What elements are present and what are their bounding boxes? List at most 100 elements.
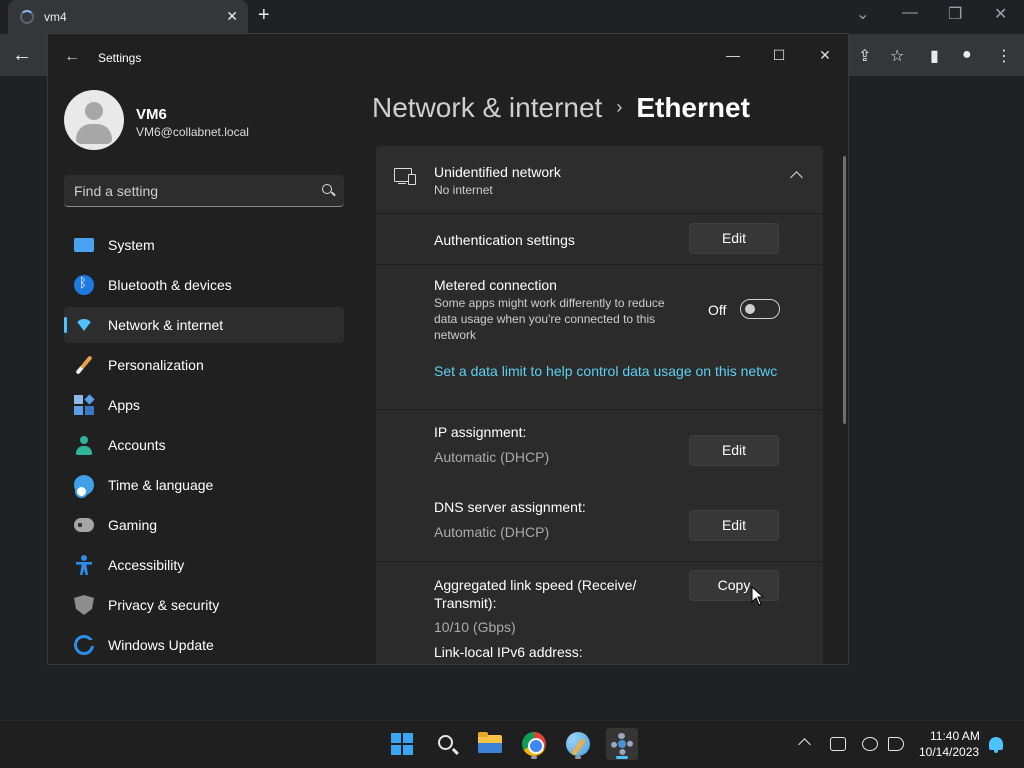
system-icon — [74, 238, 94, 252]
sidebar-item-bluetooth[interactable]: Bluetooth & devices — [64, 267, 344, 303]
browser-tabsearch-icon[interactable]: ⌄ — [856, 4, 869, 24]
profile-icon[interactable]: ● — [962, 46, 972, 64]
globe-icon[interactable] — [862, 737, 878, 751]
chrome-icon — [522, 732, 546, 756]
sidebar-item-accounts[interactable]: Accounts — [64, 427, 344, 463]
browser-close-button[interactable]: ✕ — [994, 4, 1007, 24]
search-input[interactable] — [74, 181, 304, 201]
data-limit-link[interactable]: Set a data limit to help control data us… — [434, 363, 779, 379]
sidebar-item-label: Privacy & security — [108, 597, 220, 613]
sidebar-item-label: Bluetooth & devices — [108, 277, 232, 293]
ethernet-plug-icon — [408, 174, 416, 185]
sidebar-item-label: Personalization — [108, 357, 204, 373]
chevron-up-icon[interactable] — [790, 171, 803, 184]
dns-assignment-label: DNS server assignment: — [434, 499, 586, 515]
metered-toggle[interactable] — [740, 299, 780, 319]
paint-button[interactable] — [562, 728, 594, 760]
apps-icon — [74, 394, 95, 415]
clock-date[interactable]: 10/14/2023 — [919, 745, 979, 759]
mouse-cursor-icon — [751, 586, 765, 606]
search-icon — [438, 735, 453, 750]
metered-description: Some apps might work differently to redu… — [434, 296, 665, 342]
tab-close-icon[interactable]: ✕ — [226, 8, 238, 25]
start-button[interactable] — [386, 728, 418, 760]
metered-connection-row: Metered connection Some apps might work … — [376, 265, 823, 409]
copy-button[interactable]: Copy — [689, 570, 779, 601]
auth-edit-button[interactable]: Edit — [689, 223, 779, 254]
network-header-card[interactable]: Unidentified network No internet — [376, 146, 823, 213]
browser-back-icon[interactable]: ← — [12, 44, 32, 67]
running-indicator — [531, 756, 537, 759]
folder-icon — [478, 732, 502, 753]
scrollbar[interactable] — [843, 156, 846, 424]
metered-state-label: Off — [708, 302, 727, 318]
paint-icon — [566, 732, 590, 756]
sidebar-item-network[interactable]: Network & internet — [64, 307, 344, 343]
network-disconnected-icon[interactable] — [830, 737, 846, 751]
sidebar-item-privacy[interactable]: Privacy & security — [64, 587, 344, 623]
sidepanel-icon[interactable]: ▮ — [930, 46, 939, 66]
maximize-button[interactable]: ☐ — [756, 40, 802, 70]
globe-clock-icon — [74, 475, 94, 498]
profile-name: VM6 — [136, 106, 167, 123]
sidebar-item-apps[interactable]: Apps — [64, 387, 344, 423]
network-status: No internet — [434, 183, 493, 197]
close-button[interactable]: ✕ — [802, 40, 848, 70]
person-icon — [74, 435, 94, 455]
page-title: Ethernet — [636, 92, 750, 123]
sidebar-item-label: Time & language — [108, 477, 214, 493]
dns-assignment-value: Automatic (DHCP) — [434, 524, 550, 540]
sidebar-item-label: Windows Update — [108, 637, 214, 653]
browser-menu-icon[interactable]: ⋮ — [996, 46, 1012, 66]
sidebar-nav: System Bluetooth & devices Network & int… — [64, 227, 344, 664]
wifi-icon — [74, 315, 94, 335]
title-bar: ← Settings — ☐ ✕ — [48, 34, 848, 82]
clock-time[interactable]: 11:40 AM — [930, 729, 980, 743]
breadcrumb: Network & internet › Ethernet — [372, 92, 750, 124]
sidebar-item-label: Apps — [108, 397, 140, 413]
sidebar-item-system[interactable]: System — [64, 227, 344, 263]
sidebar-item-label: System — [108, 237, 155, 253]
avatar-head — [85, 102, 103, 120]
search-icon[interactable] — [322, 184, 332, 194]
browser-tab[interactable]: vm4 ✕ — [8, 0, 248, 34]
running-indicator — [575, 756, 581, 759]
sidebar-item-time-language[interactable]: Time & language — [64, 467, 344, 503]
taskbar-search-button[interactable] — [430, 728, 462, 760]
shield-icon — [74, 595, 94, 615]
minimize-button[interactable]: — — [710, 40, 756, 70]
browser-minimize-button[interactable]: — — [902, 4, 918, 22]
sidebar-item-label: Gaming — [108, 517, 158, 533]
chevron-right-icon: › — [616, 97, 623, 117]
chrome-button[interactable] — [518, 728, 550, 760]
new-tab-button[interactable]: + — [258, 4, 270, 27]
browser-tab-title: vm4 — [44, 10, 67, 24]
settings-taskbar-button[interactable] — [606, 728, 638, 760]
avatar[interactable] — [64, 90, 124, 150]
update-icon — [74, 635, 95, 655]
notification-bell-icon[interactable] — [989, 737, 1003, 753]
search-box[interactable] — [64, 175, 344, 207]
browser-restore-button[interactable]: ❐ — [948, 4, 962, 24]
settings-window: ← Settings — ☐ ✕ VM6 VM6@collabnet.local… — [47, 33, 849, 665]
sidebar-item-personalization[interactable]: Personalization — [64, 347, 344, 383]
ip-dns-card: IP assignment: Automatic (DHCP) Edit DNS… — [376, 410, 823, 561]
breadcrumb-parent[interactable]: Network & internet — [372, 92, 602, 123]
sidebar-item-gaming[interactable]: Gaming — [64, 507, 344, 543]
bookmark-star-icon[interactable]: ☆ — [890, 46, 904, 66]
avatar-body — [76, 124, 112, 144]
sidebar-item-windows-update[interactable]: Windows Update — [64, 627, 344, 663]
dns-edit-button[interactable]: Edit — [689, 510, 779, 541]
sidebar-item-label: Accessibility — [108, 557, 185, 573]
ip-edit-button[interactable]: Edit — [689, 435, 779, 466]
loading-icon — [20, 10, 34, 24]
ip-assignment-value: Automatic (DHCP) — [434, 449, 550, 465]
bluetooth-icon — [74, 275, 94, 295]
metered-label: Metered connection — [434, 277, 557, 293]
file-explorer-button[interactable] — [474, 728, 506, 760]
back-arrow-icon[interactable]: ← — [64, 48, 80, 66]
volume-muted-icon[interactable] — [888, 737, 904, 751]
network-name: Unidentified network — [434, 164, 561, 180]
share-icon[interactable]: ⇪ — [858, 46, 871, 66]
sidebar-item-accessibility[interactable]: Accessibility — [64, 547, 344, 583]
